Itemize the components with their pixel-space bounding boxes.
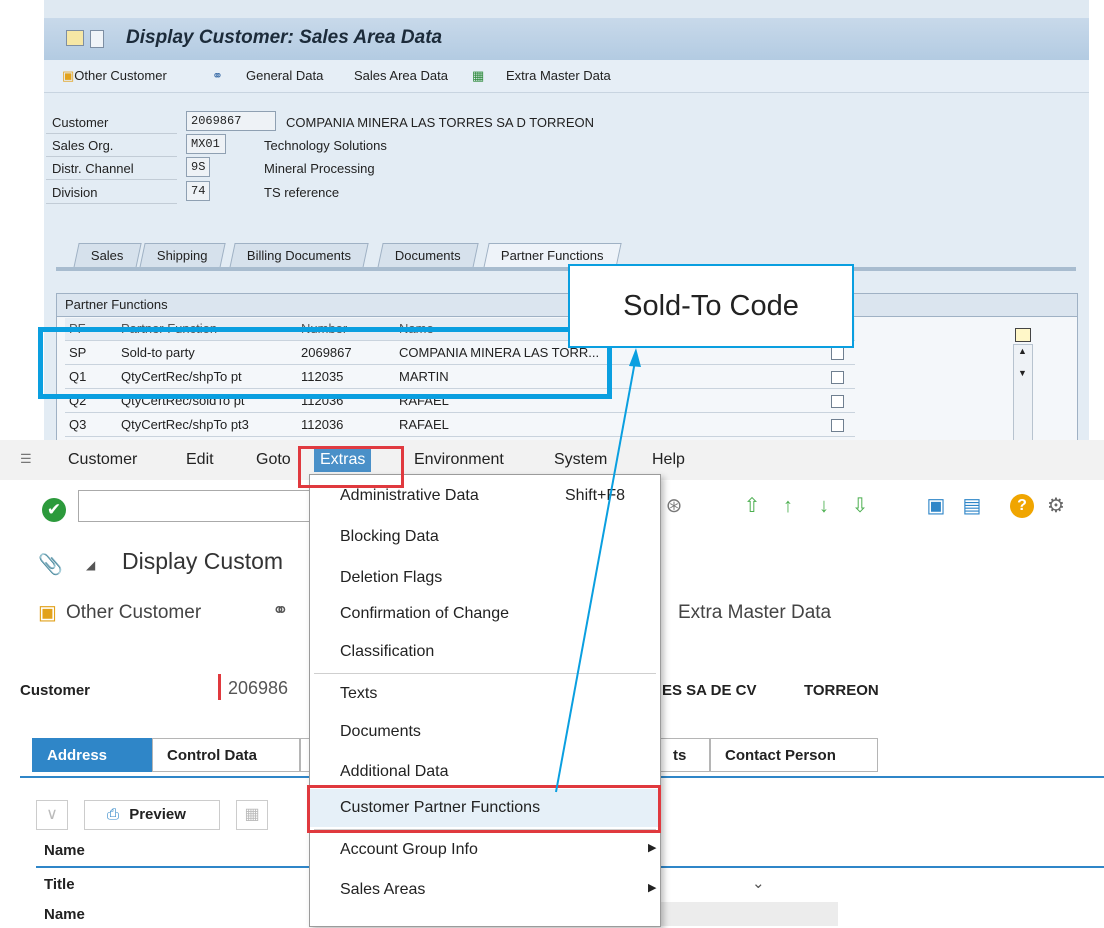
sold-to-code-callout: Sold-To Code (568, 264, 854, 348)
annotation-arrow (555, 348, 641, 793)
arrow-head-icon (629, 348, 641, 367)
arrow-line (555, 355, 637, 793)
